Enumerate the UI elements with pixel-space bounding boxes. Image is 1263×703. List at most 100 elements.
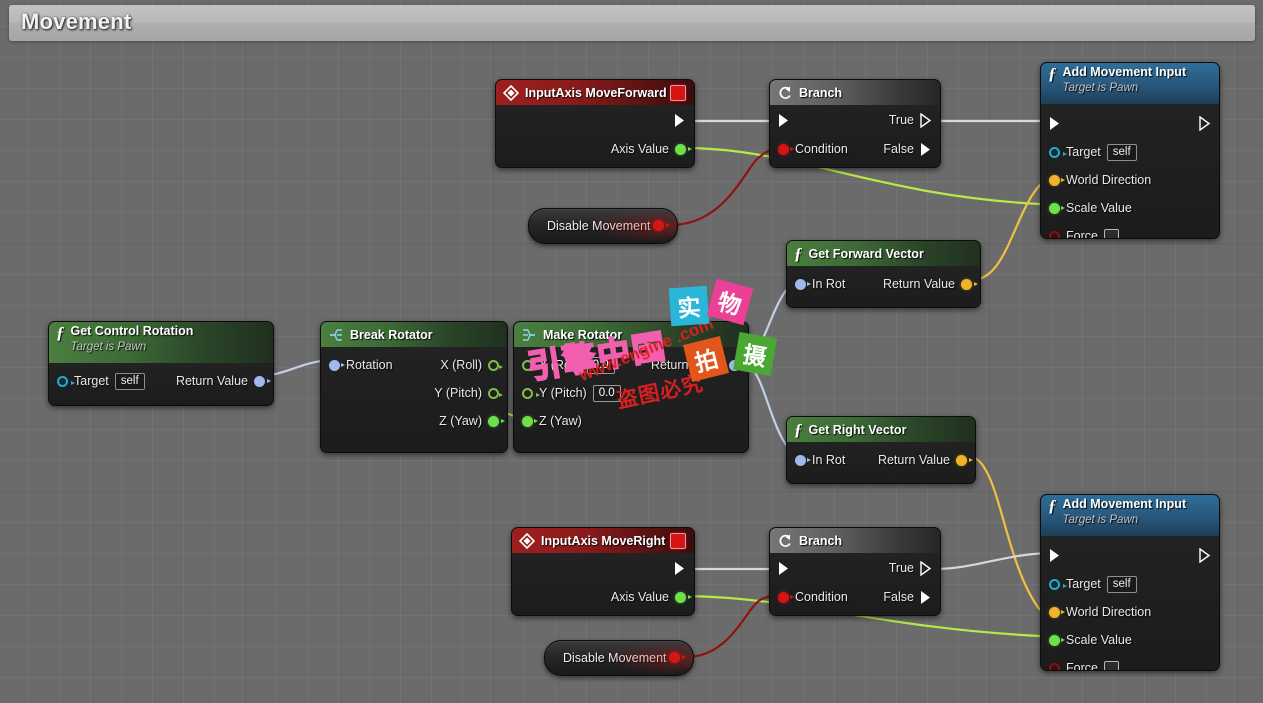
x-roll-input[interactable]: X (Roll) 0.0: [522, 357, 615, 374]
node-input-axis-move-right[interactable]: InputAxis MoveRight Axis Value: [511, 527, 695, 616]
target-input[interactable]: Target self: [1049, 576, 1137, 593]
exec-input-pin[interactable]: [1049, 548, 1061, 563]
exec-input-pin[interactable]: [1049, 116, 1061, 131]
x-roll-output[interactable]: X (Roll): [440, 358, 499, 372]
z-yaw-output[interactable]: Z (Yaw): [439, 414, 499, 428]
exec-input-pin[interactable]: [778, 561, 790, 576]
node-branch-forward[interactable]: Branch True Condition False: [769, 79, 941, 168]
event-toggle-button[interactable]: [670, 533, 686, 549]
y-pitch-output[interactable]: Y (Pitch): [434, 386, 499, 400]
float-pin[interactable]: [1049, 203, 1060, 214]
exec-output-pin[interactable]: [674, 113, 686, 128]
y-pitch-value[interactable]: 0.0: [593, 385, 621, 402]
function-f-icon: ƒ: [794, 422, 803, 438]
bool-pin[interactable]: [653, 220, 664, 231]
exec-output-pin[interactable]: [1199, 548, 1211, 563]
in-rot-label: In Rot: [812, 453, 845, 467]
force-input[interactable]: Force: [1049, 229, 1119, 240]
float-pin[interactable]: [675, 592, 686, 603]
bool-pin[interactable]: [1049, 663, 1060, 672]
node-add-movement-input-right[interactable]: ƒ Add Movement Input Target is Pawn Targ…: [1040, 494, 1220, 671]
node-break-rotator[interactable]: Break Rotator Rotation X (Roll) Y (Pitch…: [320, 321, 508, 453]
y-pitch-input[interactable]: Y (Pitch) 0.0: [522, 385, 621, 402]
object-pin[interactable]: [1049, 147, 1060, 158]
float-pin[interactable]: [488, 416, 499, 427]
branch-false-output[interactable]: False: [883, 590, 932, 605]
bool-pin[interactable]: [1049, 231, 1060, 240]
world-direction-input[interactable]: World Direction: [1049, 605, 1151, 619]
node-title: InputAxis MoveRight: [541, 534, 665, 548]
target-self-value[interactable]: self: [1107, 144, 1137, 161]
target-input[interactable]: Target self: [57, 373, 145, 390]
force-label: Force: [1066, 661, 1098, 671]
rotator-pin[interactable]: [795, 279, 806, 290]
axis-value-output[interactable]: Axis Value: [611, 142, 686, 156]
node-get-right-vector[interactable]: ƒ Get Right Vector In Rot Return Value: [786, 416, 976, 484]
in-rot-input[interactable]: In Rot: [795, 277, 845, 291]
rotator-pin[interactable]: [329, 360, 340, 371]
node-disable-movement-right[interactable]: Disable Movement: [544, 640, 694, 676]
object-pin[interactable]: [1049, 579, 1060, 590]
exec-output-pin[interactable]: [1199, 116, 1211, 131]
float-pin[interactable]: [488, 388, 499, 399]
rotation-label: Rotation: [346, 358, 393, 372]
vector-pin[interactable]: [1049, 607, 1060, 618]
scale-value-input[interactable]: Scale Value: [1049, 633, 1132, 647]
return-value-output[interactable]: Return Value: [176, 374, 265, 388]
return-value-output[interactable]: Return Value: [883, 277, 972, 291]
vector-pin[interactable]: [961, 279, 972, 290]
node-body: Axis Value: [496, 105, 694, 167]
vector-pin[interactable]: [956, 455, 967, 466]
branch-true-output[interactable]: True: [889, 561, 932, 576]
z-yaw-input[interactable]: Z (Yaw): [522, 414, 582, 428]
force-input[interactable]: Force: [1049, 661, 1119, 672]
branch-icon: [777, 533, 793, 549]
float-pin[interactable]: [675, 144, 686, 155]
return-value-output[interactable]: Return Value: [651, 358, 740, 372]
float-pin[interactable]: [522, 416, 533, 427]
rotation-input[interactable]: Rotation: [329, 358, 393, 372]
bool-pin[interactable]: [778, 592, 789, 603]
target-self-value[interactable]: self: [1107, 576, 1137, 593]
force-checkbox[interactable]: [1104, 229, 1119, 240]
target-input[interactable]: Target self: [1049, 144, 1137, 161]
exec-input-pin[interactable]: [778, 113, 790, 128]
in-rot-input[interactable]: In Rot: [795, 453, 845, 467]
node-get-control-rotation[interactable]: ƒ Get Control Rotation Target is Pawn Ta…: [48, 321, 274, 406]
node-header: Branch: [770, 80, 940, 105]
exec-output-pin[interactable]: [674, 561, 686, 576]
float-pin[interactable]: [488, 360, 499, 371]
world-direction-input[interactable]: World Direction: [1049, 173, 1151, 187]
float-pin[interactable]: [1049, 635, 1060, 646]
rotator-pin[interactable]: [729, 360, 740, 371]
branch-condition-input[interactable]: Condition: [778, 142, 848, 156]
node-make-rotator[interactable]: Make Rotator X (Roll) 0.0 Return Value Y…: [513, 321, 749, 453]
y-pitch-label: Y (Pitch): [539, 386, 587, 400]
event-toggle-button[interactable]: [670, 85, 686, 101]
vector-pin[interactable]: [1049, 175, 1060, 186]
float-pin[interactable]: [522, 388, 533, 399]
bool-pin[interactable]: [669, 652, 680, 663]
rotator-pin[interactable]: [795, 455, 806, 466]
axis-value-output[interactable]: Axis Value: [611, 590, 686, 604]
z-yaw-label: Z (Yaw): [439, 414, 482, 428]
float-pin[interactable]: [522, 360, 533, 371]
x-roll-value[interactable]: 0.0: [587, 357, 615, 374]
node-get-forward-vector[interactable]: ƒ Get Forward Vector In Rot Return Value: [786, 240, 981, 308]
node-input-axis-move-forward[interactable]: InputAxis MoveForward Axis Value: [495, 79, 695, 168]
branch-true-output[interactable]: True: [889, 113, 932, 128]
rotator-pin[interactable]: [254, 376, 265, 387]
z-yaw-label: Z (Yaw): [539, 414, 582, 428]
node-add-movement-input-forward[interactable]: ƒ Add Movement Input Target is Pawn Targ…: [1040, 62, 1220, 239]
target-self-value[interactable]: self: [115, 373, 145, 390]
object-pin[interactable]: [57, 376, 68, 387]
force-checkbox[interactable]: [1104, 661, 1119, 672]
bool-pin[interactable]: [778, 144, 789, 155]
node-disable-movement-forward[interactable]: Disable Movement: [528, 208, 678, 244]
node-branch-right[interactable]: Branch True Condition False: [769, 527, 941, 616]
return-value-label: Return Value: [176, 374, 248, 388]
return-value-output[interactable]: Return Value: [878, 453, 967, 467]
branch-condition-input[interactable]: Condition: [778, 590, 848, 604]
branch-false-output[interactable]: False: [883, 142, 932, 157]
scale-value-input[interactable]: Scale Value: [1049, 201, 1132, 215]
